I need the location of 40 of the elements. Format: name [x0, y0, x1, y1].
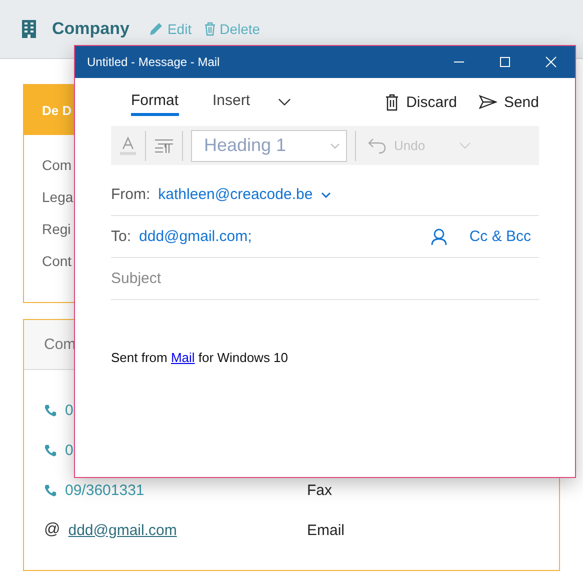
field-label: Cont [42, 252, 72, 271]
page-title: Company [52, 19, 130, 39]
cc-bcc-link[interactable]: Cc & Bcc [469, 228, 531, 245]
person-icon[interactable] [431, 228, 448, 246]
send-icon [478, 95, 497, 109]
chevron-down-icon [330, 142, 340, 148]
chevron-down-icon[interactable] [278, 98, 292, 106]
pencil-icon [149, 22, 164, 36]
field-label: Com [42, 156, 72, 175]
field-label: Regi [42, 220, 71, 239]
phone-icon [44, 444, 57, 456]
building-icon [22, 20, 36, 38]
undo-icon [368, 138, 386, 154]
field-label: Lega [42, 188, 74, 207]
card-title: Com [44, 336, 76, 353]
phone-icon [44, 484, 57, 496]
discard-button[interactable]: Discard [385, 94, 457, 110]
ribbon-tab[interactable]: Insert [212, 88, 250, 116]
trash-icon [204, 22, 216, 36]
phone-link[interactable]: 0 [65, 402, 74, 418]
close-icon[interactable] [545, 56, 557, 68]
trash-icon [385, 94, 400, 110]
from-label: From: [111, 186, 150, 203]
sender-address[interactable]: kathleen@creacode.be [158, 186, 313, 203]
maximize-icon[interactable] [499, 56, 511, 68]
phone-icon [44, 404, 57, 416]
phone-link[interactable]: 0 [65, 442, 74, 458]
send-button[interactable]: Send [478, 94, 539, 110]
ribbon-tab[interactable]: Format [131, 88, 179, 116]
contact-type: Email [307, 522, 345, 538]
recipient-address[interactable]: ddd@gmail.com; [139, 228, 252, 245]
window-title: Untitled - Message - Mail [87, 55, 221, 69]
phone-link[interactable]: 09/3601331 [65, 482, 144, 498]
card-title: De D [42, 102, 72, 118]
mail-link[interactable]: Mail [170, 350, 195, 365]
contact-type: Fax [307, 482, 332, 498]
to-label: To: [111, 228, 132, 245]
signature-text: Sent from Mail for Windows 10 [111, 350, 290, 365]
at-symbol: @ [44, 521, 60, 539]
email-link[interactable]: ddd@gmail.com [68, 522, 177, 538]
